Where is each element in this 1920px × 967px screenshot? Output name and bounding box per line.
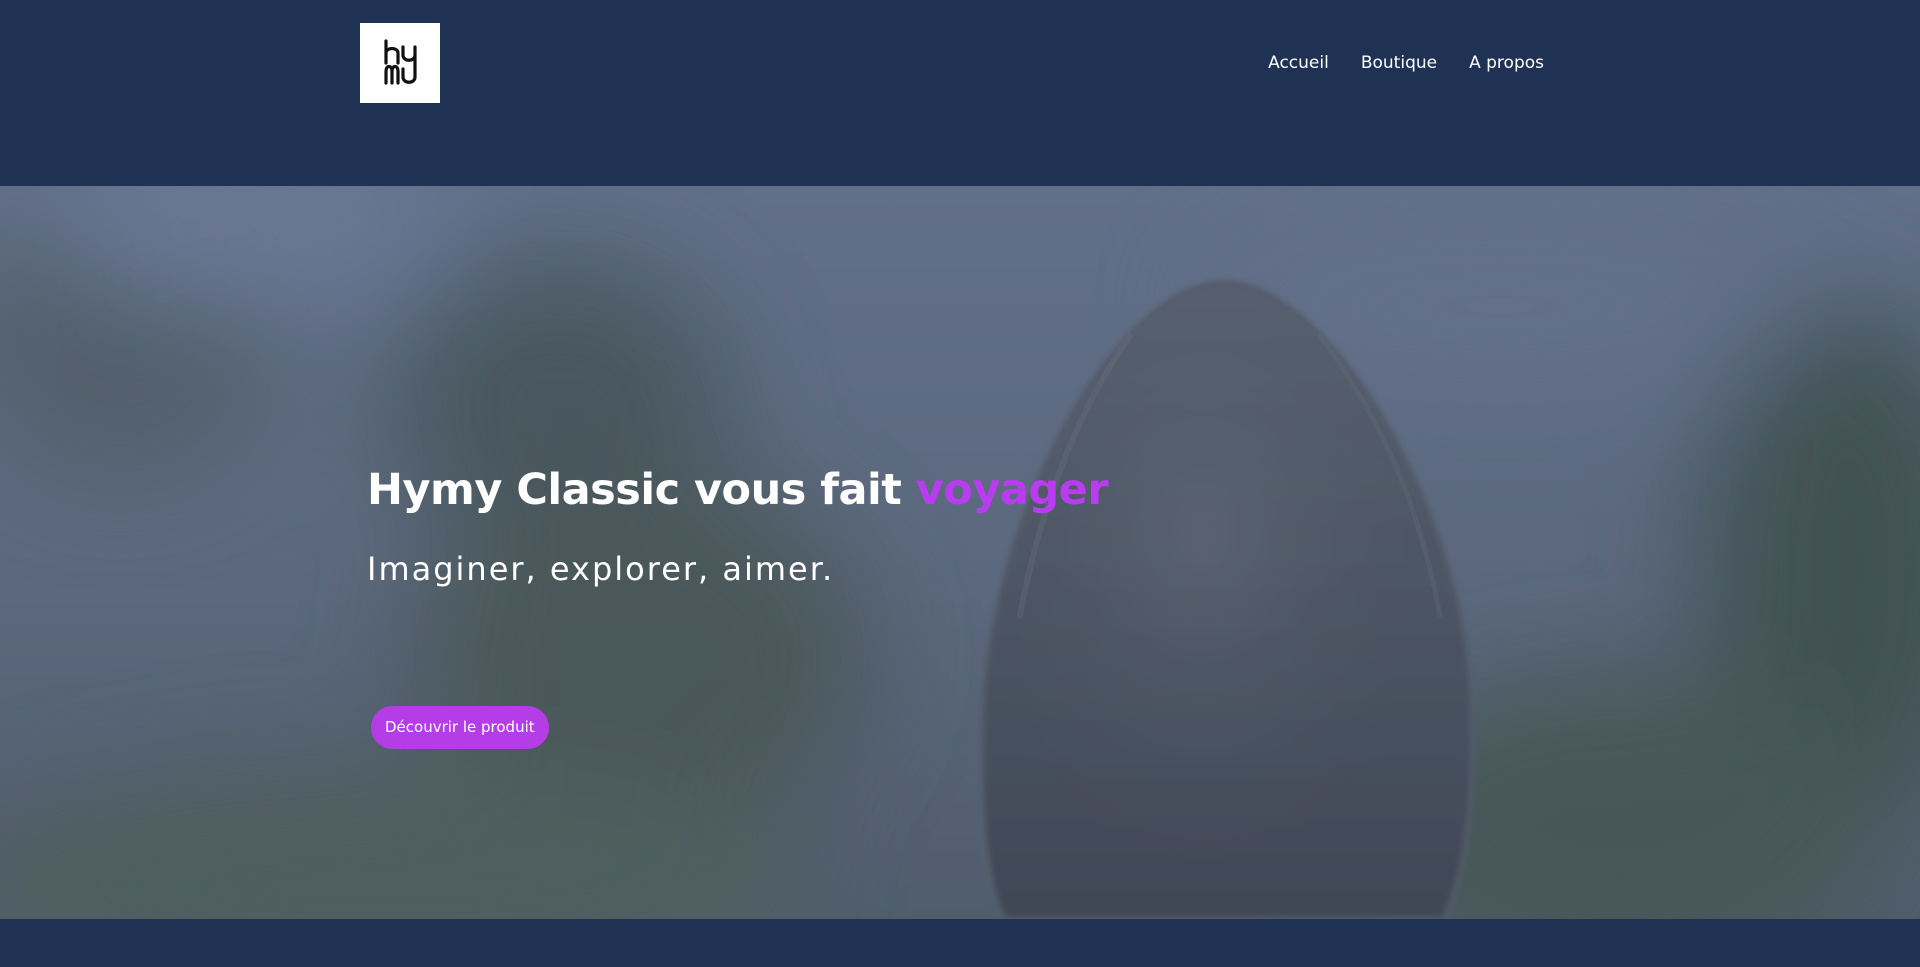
hero-title-accent: voyager [915, 465, 1109, 515]
hero-title-main: Hymy Classic vous fait [367, 465, 916, 515]
footer-strip [0, 919, 1920, 967]
nav-link-boutique[interactable]: Boutique [1361, 52, 1437, 74]
nav-link-a-propos[interactable]: A propos [1469, 52, 1544, 74]
discover-product-button[interactable]: Découvrir le produit [371, 706, 549, 749]
hero-subtitle: Imaginer, explorer, aimer. [367, 550, 835, 588]
nav-link-accueil[interactable]: Accueil [1268, 52, 1329, 74]
hymy-logo-icon[interactable] [360, 23, 440, 103]
hero-title: Hymy Classic vous fait voyager [367, 465, 1109, 515]
logo-mark [384, 39, 417, 85]
hero-background-image [0, 186, 1920, 919]
hero-section: Hymy Classic vous fait voyager Imaginer,… [0, 186, 1920, 919]
site-header: Accueil Boutique A propos [0, 0, 1920, 186]
main-nav: Accueil Boutique A propos [1268, 52, 1544, 74]
